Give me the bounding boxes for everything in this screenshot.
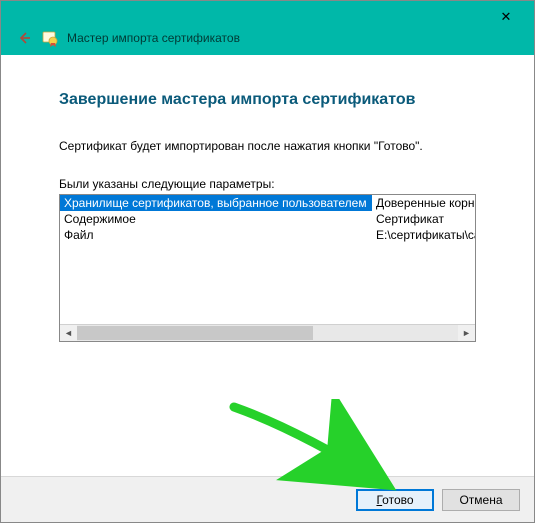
table-row[interactable]: Хранилище сертификатов, выбранное пользо… bbox=[60, 195, 475, 211]
parameters-table: Хранилище сертификатов, выбранное пользо… bbox=[59, 194, 476, 342]
parameters-label: Были указаны следующие параметры: bbox=[59, 177, 476, 191]
cancel-button-label: Отмена bbox=[459, 493, 502, 507]
scroll-thumb[interactable] bbox=[77, 326, 313, 340]
cell-param-name: Хранилище сертификатов, выбранное пользо… bbox=[60, 195, 372, 211]
wizard-window: Мастер импорта сертификатов Завершение м… bbox=[0, 0, 535, 523]
title-row: Мастер импорта сертификатов bbox=[15, 29, 240, 47]
horizontal-scrollbar[interactable]: ◄ ► bbox=[60, 324, 475, 341]
page-heading: Завершение мастера импорта сертификатов bbox=[59, 91, 476, 109]
content-area: Завершение мастера импорта сертификатов … bbox=[1, 55, 534, 476]
scroll-left-button[interactable]: ◄ bbox=[60, 325, 77, 341]
cell-param-value: E:\сертификаты\cabd2a79a bbox=[372, 227, 475, 243]
cell-param-name: Содержимое bbox=[60, 211, 372, 227]
table-row[interactable]: Содержимое Сертификат bbox=[60, 211, 475, 227]
close-icon bbox=[501, 9, 512, 25]
cancel-button[interactable]: Отмена bbox=[442, 489, 520, 511]
back-button[interactable] bbox=[15, 29, 33, 47]
certificate-icon bbox=[41, 29, 59, 47]
cell-param-value: Сертификат bbox=[372, 211, 475, 227]
cell-param-value: Доверенные корневые центры сертификации bbox=[372, 195, 475, 211]
table-row[interactable]: Файл E:\сертификаты\cabd2a79a bbox=[60, 227, 475, 243]
back-arrow-icon bbox=[16, 30, 32, 46]
cell-param-name: Файл bbox=[60, 227, 372, 243]
titlebar: Мастер импорта сертификатов bbox=[1, 1, 534, 55]
scroll-track[interactable] bbox=[77, 325, 458, 341]
instruction-text: Сертификат будет импортирован после нажа… bbox=[59, 139, 476, 153]
footer-bar: Готово Отмена bbox=[1, 476, 534, 522]
finish-button[interactable]: Готово bbox=[356, 489, 434, 511]
window-title: Мастер импорта сертификатов bbox=[67, 31, 240, 45]
finish-button-label: Готово bbox=[376, 493, 413, 507]
close-button[interactable] bbox=[484, 5, 528, 29]
scroll-right-button[interactable]: ► bbox=[458, 325, 475, 341]
